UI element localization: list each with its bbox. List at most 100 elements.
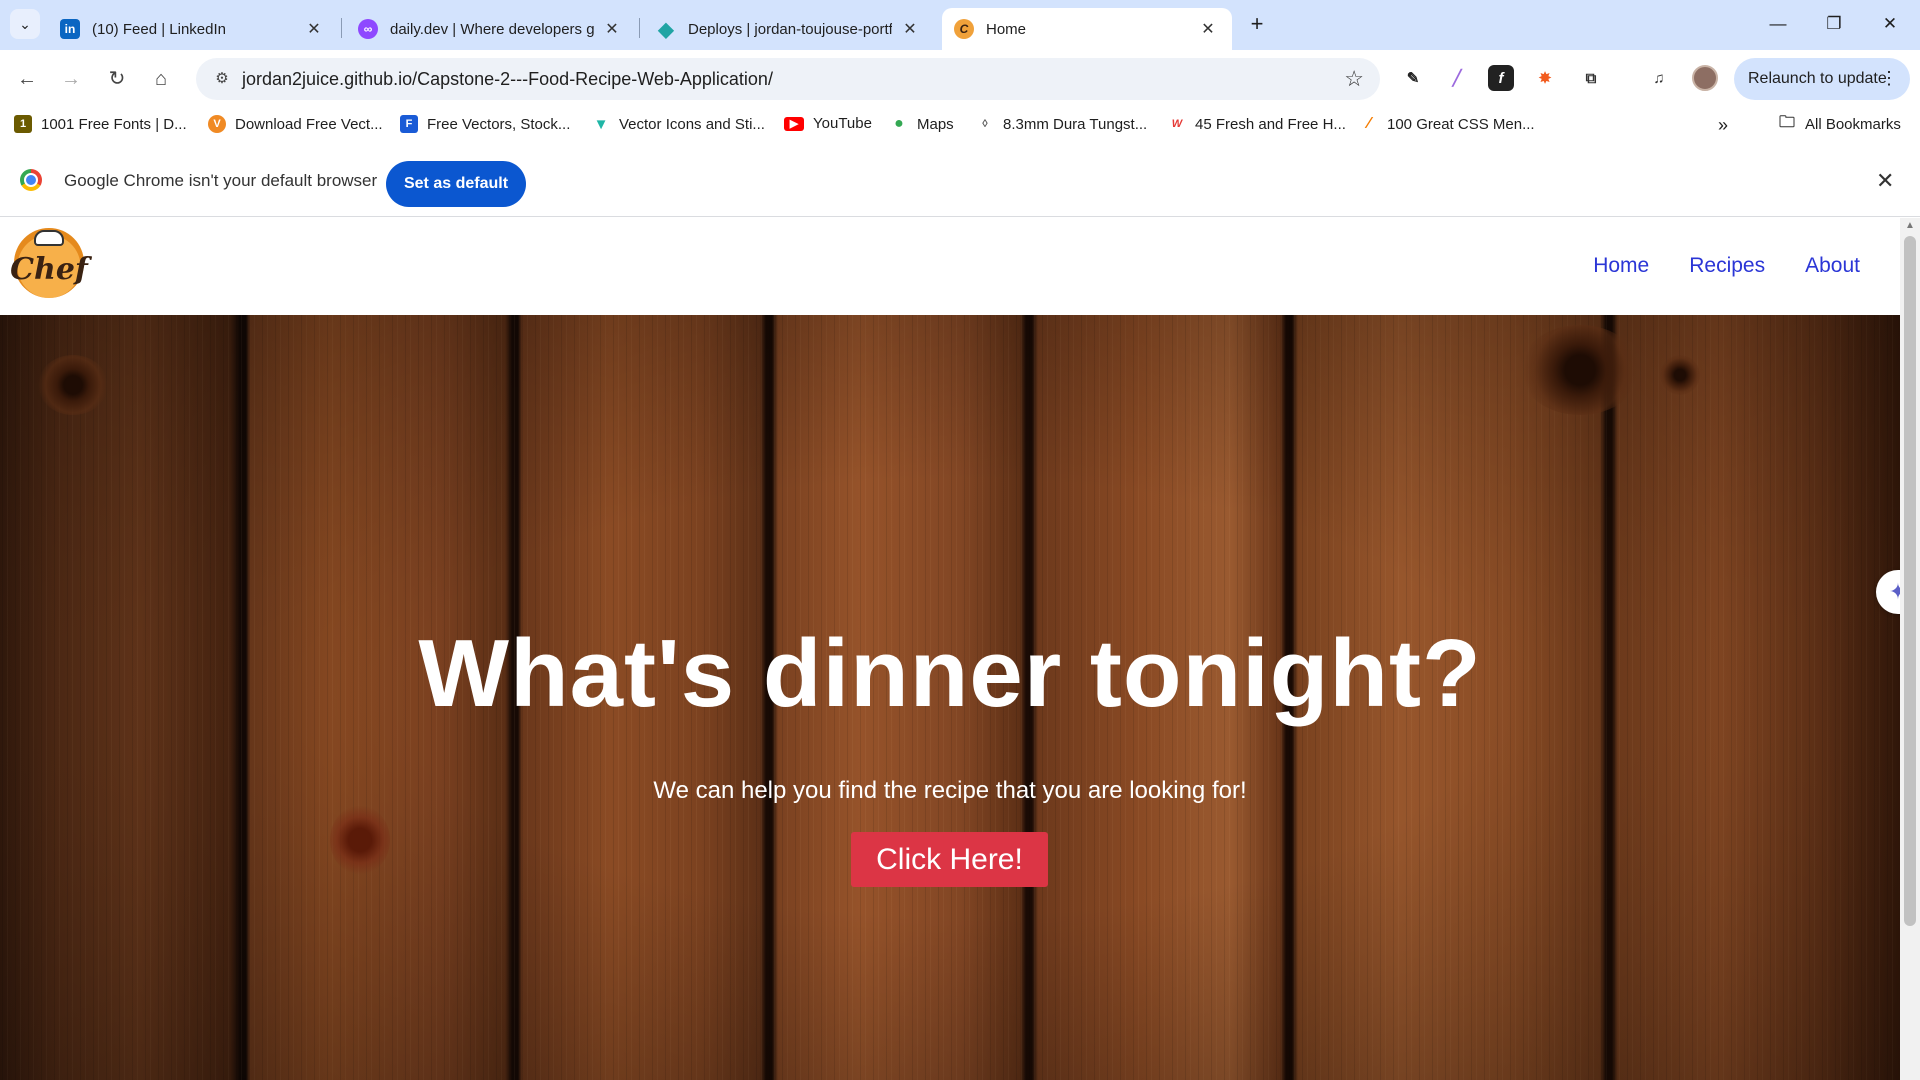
scroll-up-icon[interactable]: ▲ (1905, 220, 1915, 231)
netlify-icon: ◆ (658, 18, 674, 41)
bookmark-item[interactable]: V Download Free Vect... (208, 115, 383, 133)
home-icon: ⌂ (154, 68, 168, 90)
more-menu-icon: ⋮ (1880, 68, 1898, 88)
minimize-button[interactable]: — (1750, 10, 1806, 38)
tab-home[interactable]: C Home ✕ (942, 8, 1232, 50)
close-window-button[interactable]: ✕ (1862, 10, 1918, 38)
bookmark-item[interactable]: ⁄ 100 Great CSS Men... (1360, 115, 1535, 133)
tab-separator (341, 18, 342, 38)
bookmark-item[interactable]: W 45 Fresh and Free H... (1168, 115, 1346, 133)
chef-icon: C (954, 19, 974, 39)
arrow-left-icon: ← (17, 68, 37, 90)
vecteezy-icon: V (208, 115, 226, 133)
url-text: jordan2juice.github.io/Capstone-2---Food… (242, 69, 773, 89)
wood-knot (1520, 325, 1640, 415)
extensions-icon[interactable]: ⧉ (1578, 65, 1604, 91)
new-tab-button[interactable]: + (1244, 12, 1270, 38)
bookmark-label: 45 Fresh and Free H... (1195, 115, 1346, 133)
wood-knot (330, 805, 390, 875)
arrow-right-icon: → (61, 68, 81, 90)
bookmark-item[interactable]: ◊ 8.3mm Dura Tungst... (976, 115, 1147, 133)
back-button[interactable]: ← (12, 64, 42, 94)
tab-strip: ⌄ in (10) Feed | LinkedIn ✕ ∞ daily.dev … (0, 0, 1920, 50)
maps-icon: ● (894, 115, 904, 132)
close-tab-icon[interactable]: ✕ (900, 19, 920, 39)
webdesign-icon: W (1171, 118, 1183, 130)
all-bookmarks-button[interactable]: 🗀 All Bookmarks (1778, 113, 1901, 133)
set-default-button[interactable]: Set as default (386, 161, 526, 207)
bookmark-star-icon[interactable]: ☆ (1344, 66, 1364, 92)
more-bookmarks-button[interactable]: » (1718, 115, 1728, 136)
fonts-icon: 1 (14, 115, 32, 133)
bookmark-label: 100 Great CSS Men... (1387, 115, 1535, 133)
bookmark-label: Free Vectors, Stock... (427, 115, 571, 133)
chevron-down-icon: ⌄ (19, 15, 31, 32)
click-here-button[interactable]: Click Here! (851, 832, 1048, 887)
puzzle-orange-extension-icon[interactable]: ✸ (1532, 65, 1558, 91)
bookmark-item[interactable]: ● Maps (890, 115, 954, 133)
site-nav-links: Home Recipes About (1593, 254, 1860, 278)
nav-link-about[interactable]: About (1805, 254, 1860, 278)
bookmark-label: YouTube (813, 115, 872, 132)
infobar-message: Google Chrome isn't your default browser (64, 171, 378, 190)
css-icon: ⁄ (1367, 115, 1371, 132)
chrome-logo-icon (20, 169, 42, 191)
flaticon-icon: ▼ (593, 115, 609, 133)
ring-icon: ◊ (982, 118, 988, 130)
address-bar[interactable]: ⚙ jordan2juice.github.io/Capstone-2---Fo… (196, 58, 1380, 100)
bookmark-label: Vector Icons and Sti... (619, 115, 765, 133)
close-tab-icon[interactable]: ✕ (304, 19, 324, 39)
tab-title: Home (986, 20, 1027, 38)
wood-knot (38, 355, 108, 415)
freepik-icon: F (400, 115, 418, 133)
all-bookmarks-label: All Bookmarks (1805, 115, 1901, 133)
chef-logo[interactable]: Chef (10, 228, 88, 298)
pen-extension-icon[interactable]: ╱ (1444, 65, 1470, 91)
logo-text: Chef (10, 251, 88, 287)
tab-title: daily.dev | Where developers gr (390, 20, 594, 38)
tab-linkedin[interactable]: in (10) Feed | LinkedIn ✕ (48, 8, 338, 50)
tab-title: (10) Feed | LinkedIn (92, 20, 226, 38)
close-icon[interactable]: ✕ (1876, 168, 1894, 194)
home-button[interactable]: ⌂ (146, 64, 176, 94)
page-viewport: Chef Home Recipes About What's dinner to… (0, 218, 1920, 1080)
restore-button[interactable]: ❐ (1806, 10, 1862, 38)
scrollbar-thumb[interactable] (1904, 236, 1916, 926)
site-info-icon[interactable]: ⚙ (210, 67, 234, 91)
bookmark-item[interactable]: F Free Vectors, Stock... (400, 115, 570, 133)
youtube-icon: ▶ (784, 116, 804, 131)
folder-icon: 🗀 (1778, 113, 1795, 131)
hero-subtitle: We can help you find the recipe that you… (653, 777, 1247, 804)
profile-avatar[interactable] (1692, 65, 1718, 91)
nav-link-recipes[interactable]: Recipes (1689, 254, 1765, 278)
tab-separator (639, 18, 640, 38)
tab-search-button[interactable]: ⌄ (10, 9, 40, 39)
bookmarks-bar: 1 1001 Free Fonts | D... V Download Free V… (0, 108, 1920, 142)
media-controls-icon[interactable]: ♫ (1646, 65, 1672, 91)
bookmark-item[interactable]: ▶ YouTube (784, 115, 872, 132)
reload-button[interactable]: ↻ (102, 64, 132, 94)
site-navbar: Chef Home Recipes About (0, 218, 1900, 315)
bookmark-label: 1001 Free Fonts | D... (41, 115, 187, 133)
tab-dailydev[interactable]: ∞ daily.dev | Where developers gr ✕ (346, 8, 636, 50)
bookmark-item[interactable]: ▼ Vector Icons and Sti... (592, 115, 765, 133)
close-tab-icon[interactable]: ✕ (602, 19, 622, 39)
chef-hat-icon (34, 230, 64, 246)
default-browser-infobar: Google Chrome isn't your default browser… (0, 142, 1920, 217)
forward-button[interactable]: → (56, 64, 86, 94)
dailydev-icon: ∞ (358, 19, 378, 39)
eyedropper-extension-icon[interactable]: ✎ (1400, 65, 1426, 91)
double-chevron-icon: » (1718, 115, 1729, 135)
relaunch-button[interactable]: Relaunch to update ⋮ (1734, 58, 1910, 100)
nav-link-home[interactable]: Home (1593, 254, 1649, 278)
bookmark-item[interactable]: 1 1001 Free Fonts | D... (14, 115, 187, 133)
tab-deploys[interactable]: ◆ Deploys | jordan-toujouse-portf ✕ (644, 8, 934, 50)
page-scrollbar[interactable]: ▲ (1900, 218, 1920, 1080)
bookmark-label: Download Free Vect... (235, 115, 383, 133)
reload-icon: ↻ (108, 68, 126, 90)
hero-title: What's dinner tonight? (418, 620, 1482, 727)
fonts-extension-icon[interactable]: f (1488, 65, 1514, 91)
relaunch-label: Relaunch to update (1748, 70, 1887, 87)
hero-section: What's dinner tonight? We can help you f… (0, 315, 1900, 1080)
close-tab-icon[interactable]: ✕ (1198, 19, 1218, 39)
